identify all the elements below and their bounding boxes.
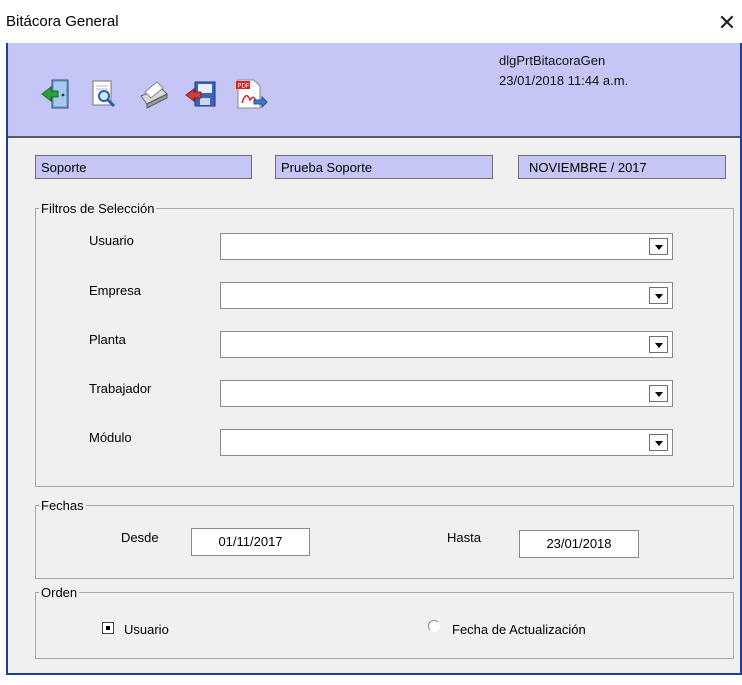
user-select[interactable] bbox=[220, 233, 673, 260]
pdf-icon: PDF bbox=[236, 79, 268, 109]
area-box: Soporte bbox=[35, 155, 252, 179]
exit-icon bbox=[41, 79, 69, 109]
order-user-radio[interactable] bbox=[102, 622, 114, 634]
plant-select[interactable] bbox=[220, 331, 673, 358]
toolbar: PDF dlgPrtBitacoraGen 23/01/2018 11:44 a… bbox=[8, 43, 740, 138]
export-icon bbox=[185, 81, 216, 107]
filters-legend: Filtros de Selección bbox=[41, 201, 155, 216]
module-label: Módulo bbox=[89, 430, 132, 445]
close-button[interactable]: ✕ bbox=[712, 8, 742, 38]
to-date-input[interactable]: 23/01/2018 bbox=[519, 530, 639, 558]
dialog-info: dlgPrtBitacoraGen 23/01/2018 11:44 a.m. bbox=[499, 51, 628, 91]
title-bar: Bitácora General ✕ bbox=[0, 0, 742, 44]
order-date-radio[interactable] bbox=[428, 620, 440, 632]
timestamp: 23/01/2018 11:44 a.m. bbox=[499, 73, 629, 88]
window-title: Bitácora General bbox=[6, 13, 119, 30]
company-box: Prueba Soporte bbox=[275, 155, 493, 179]
chevron-down-icon[interactable] bbox=[649, 287, 668, 304]
chevron-down-icon[interactable] bbox=[649, 434, 668, 451]
module-select[interactable] bbox=[220, 429, 673, 456]
dates-legend: Fechas bbox=[41, 498, 84, 513]
dialog-id: dlgPrtBitacoraGen bbox=[499, 53, 606, 68]
worker-select[interactable] bbox=[220, 380, 673, 407]
company-select[interactable] bbox=[220, 282, 673, 309]
order-legend: Orden bbox=[41, 585, 78, 600]
chevron-down-icon[interactable] bbox=[649, 385, 668, 402]
exit-button[interactable] bbox=[38, 76, 74, 112]
company-label: Empresa bbox=[89, 283, 142, 298]
from-date-input[interactable]: 01/11/2017 bbox=[191, 528, 310, 556]
preview-icon bbox=[92, 80, 116, 108]
pdf-badge-text: PDF bbox=[238, 84, 250, 90]
from-label: Desde bbox=[121, 530, 159, 545]
chevron-down-icon[interactable] bbox=[649, 238, 668, 255]
print-button[interactable] bbox=[135, 76, 171, 112]
print-icon bbox=[140, 81, 168, 109]
user-label: Usuario bbox=[89, 233, 134, 248]
chevron-down-icon[interactable] bbox=[649, 336, 668, 353]
dialog-frame: PDF dlgPrtBitacoraGen 23/01/2018 11:44 a… bbox=[6, 43, 742, 675]
plant-label: Planta bbox=[89, 332, 126, 347]
worker-label: Trabajador bbox=[89, 381, 152, 396]
order-user-label[interactable]: Usuario bbox=[124, 622, 169, 637]
order-date-label[interactable]: Fecha de Actualización bbox=[452, 622, 586, 637]
period-box: NOVIEMBRE / 2017 bbox=[518, 155, 726, 179]
to-label: Hasta bbox=[447, 530, 481, 545]
preview-button[interactable] bbox=[86, 76, 122, 112]
export-button[interactable] bbox=[183, 76, 219, 112]
pdf-button[interactable]: PDF bbox=[232, 76, 268, 112]
